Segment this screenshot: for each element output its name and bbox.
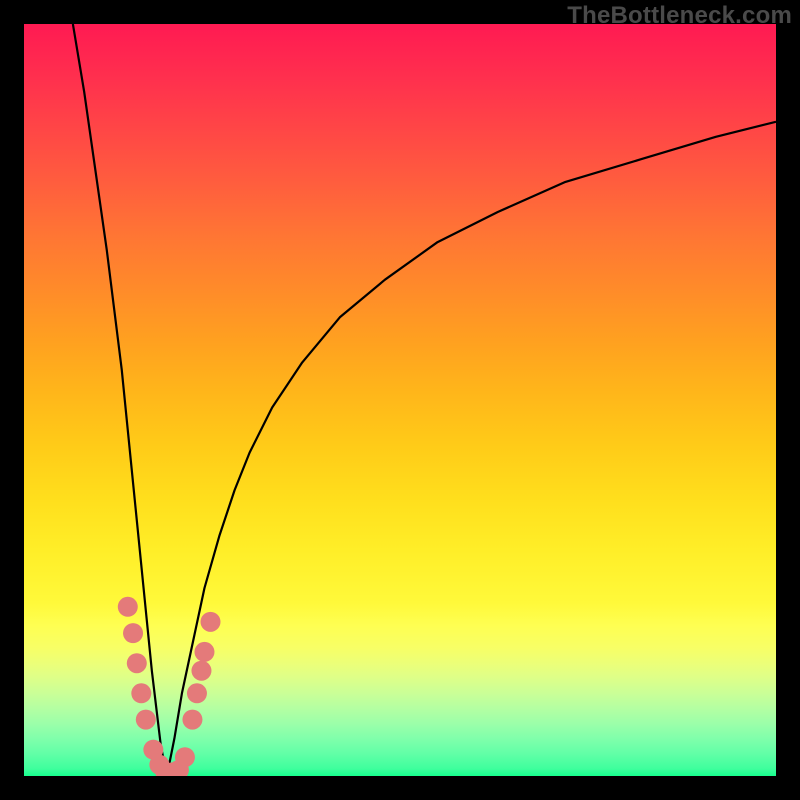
highlight-dots [118, 597, 221, 776]
highlight-dot [201, 612, 221, 632]
highlight-dot [194, 642, 214, 662]
curve-layer [24, 24, 776, 776]
watermark-text: TheBottleneck.com [567, 2, 792, 30]
chart-frame: TheBottleneck.com [0, 0, 800, 800]
highlight-dot [118, 597, 138, 617]
highlight-dot [182, 710, 202, 730]
highlight-dot [127, 653, 147, 673]
highlight-dot [131, 683, 151, 703]
curve-right-branch [167, 122, 776, 776]
highlight-dot [123, 623, 143, 643]
highlight-dot [191, 661, 211, 681]
plot-area [24, 24, 776, 776]
highlight-dot [175, 747, 195, 767]
highlight-dot [187, 683, 207, 703]
highlight-dot [136, 710, 156, 730]
curve-left-branch [73, 24, 167, 776]
